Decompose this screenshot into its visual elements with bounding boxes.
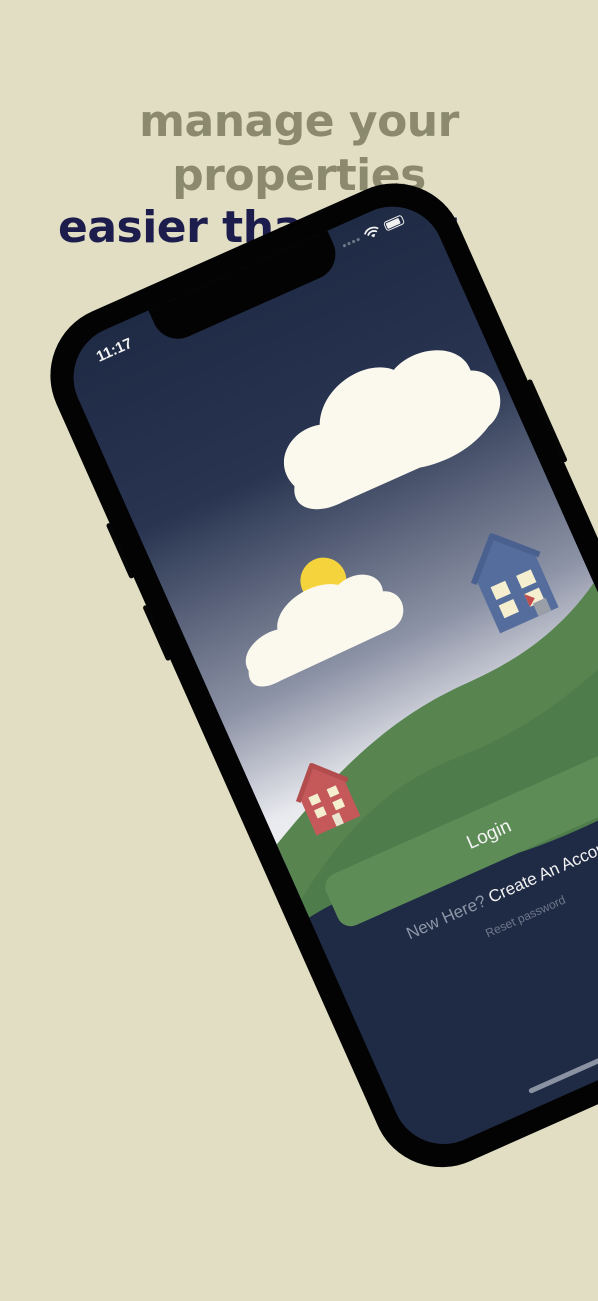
- phone-mockup: 11:17 Login New Here? Create An Account …: [28, 161, 598, 1190]
- promo-screen: manage your properties easier than ever …: [0, 0, 598, 1301]
- headline-line-1: manage your: [139, 96, 459, 147]
- signal-icon: [342, 237, 360, 248]
- headline-line-2: properties: [172, 150, 426, 201]
